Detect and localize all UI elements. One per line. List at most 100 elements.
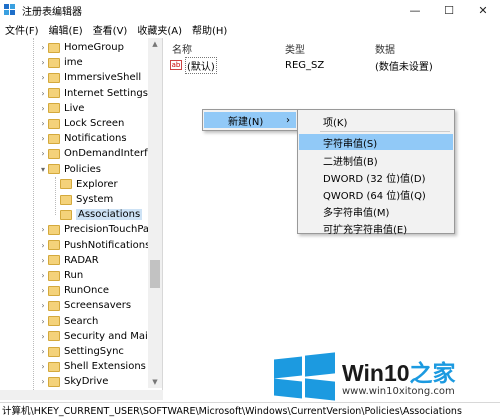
tree-item[interactable]: › Screensavers xyxy=(38,298,131,313)
tree-item[interactable]: › RunOnce xyxy=(38,283,109,298)
registry-tree[interactable]: › HomeGroup › ime › ImmersiveShell › Internet S… xyxy=(0,38,163,398)
tree-item-label: SettingSync xyxy=(64,346,124,357)
tree-item-label: PrecisionTouchPac xyxy=(64,224,155,236)
chevron-right-icon[interactable]: › xyxy=(38,347,48,356)
tree-horizontal-scrollbar[interactable] xyxy=(0,390,163,400)
menu-help[interactable]: 帮助(H) xyxy=(187,22,232,37)
tree-item[interactable]: › PrecisionTouchPac xyxy=(38,222,155,237)
menu-separator xyxy=(320,131,450,132)
scroll-thumb[interactable] xyxy=(150,260,160,288)
chevron-right-icon[interactable]: › xyxy=(38,286,48,295)
tree-item[interactable]: System xyxy=(60,192,113,207)
tree-item[interactable]: › ImmersiveShell xyxy=(38,70,141,85)
tree-connector-line xyxy=(33,38,34,398)
tree-item[interactable]: › Internet Settings xyxy=(38,86,148,101)
windows-logo-icon xyxy=(268,350,338,401)
tree-item[interactable]: › Run xyxy=(38,268,83,283)
close-button[interactable]: ✕ xyxy=(466,0,500,20)
chevron-right-icon[interactable]: › xyxy=(38,256,48,265)
tree-item[interactable]: › Shell Extensions xyxy=(38,359,146,374)
tree-item[interactable]: › HomeGroup xyxy=(38,40,124,55)
folder-icon xyxy=(48,361,60,372)
new-menu-item[interactable]: 新建(N) › xyxy=(204,112,296,128)
chevron-right-icon[interactable]: › xyxy=(38,73,48,82)
chevron-right-icon[interactable]: › xyxy=(38,317,48,326)
watermark-url: www.win10xitong.com xyxy=(342,385,455,397)
chevron-right-icon[interactable]: › xyxy=(38,332,48,341)
folder-icon xyxy=(48,346,60,357)
title-bar: 注册表编辑器 — ☐ ✕ xyxy=(0,0,500,20)
chevron-right-icon[interactable]: › xyxy=(38,362,48,371)
chevron-right-icon[interactable]: › xyxy=(38,119,48,128)
tree-item[interactable]: › Live xyxy=(38,101,84,116)
menu-file[interactable]: 文件(F) xyxy=(0,22,44,37)
folder-icon xyxy=(48,103,60,114)
value-data: (数值未设置) xyxy=(375,61,433,73)
scroll-up-icon[interactable]: ▲ xyxy=(148,38,162,50)
folder-icon xyxy=(48,224,60,235)
tree-item-label: SkyDrive xyxy=(64,376,109,388)
submenu-item[interactable]: 多字符串值(M) xyxy=(299,203,453,219)
tree-item[interactable]: ▾ Policies xyxy=(38,162,101,177)
tree-connector-line xyxy=(55,176,56,215)
tree-item[interactable]: › Search xyxy=(38,314,98,329)
menu-edit[interactable]: 编辑(E) xyxy=(44,22,88,37)
tree-item-label: Lock Screen xyxy=(64,118,125,129)
maximize-button[interactable]: ☐ xyxy=(432,0,466,20)
folder-icon xyxy=(48,240,60,251)
folder-icon xyxy=(48,285,60,296)
tree-item[interactable]: Explorer xyxy=(60,177,118,192)
tree-item[interactable]: › SkyDrive xyxy=(38,374,108,389)
tree-item[interactable]: › Security and Maint xyxy=(38,329,158,344)
minimize-button[interactable]: — xyxy=(398,0,432,20)
tree-item[interactable]: › Lock Screen xyxy=(38,116,124,131)
submenu-item[interactable]: 可扩充字符串值(E) xyxy=(299,220,453,236)
tree-item-label: PushNotifications xyxy=(64,239,151,251)
submenu-item[interactable]: DWORD (32 位)值(D) xyxy=(299,169,453,185)
tree-item-label: ImmersiveShell xyxy=(64,72,142,84)
tree-item[interactable]: › RADAR xyxy=(38,253,98,268)
chevron-right-icon[interactable]: › xyxy=(38,241,48,250)
chevron-right-icon[interactable]: › xyxy=(38,301,48,310)
tree-item[interactable]: › Notifications xyxy=(38,131,127,146)
folder-icon xyxy=(48,42,60,53)
chevron-right-icon[interactable]: › xyxy=(38,43,48,52)
chevron-down-icon[interactable]: ▾ xyxy=(38,165,48,174)
chevron-right-icon[interactable]: › xyxy=(38,104,48,113)
folder-icon xyxy=(48,270,60,281)
column-type-header[interactable]: 类型 xyxy=(285,41,305,56)
chevron-right-icon[interactable]: › xyxy=(38,225,48,234)
tree-item-label: Security and Maint xyxy=(64,330,159,342)
menu-favorites[interactable]: 收藏夹(A) xyxy=(132,22,187,37)
tree-item[interactable]: › OnDemandInterfac xyxy=(38,146,159,161)
tree-item-label: Policies xyxy=(64,163,101,175)
tree-item[interactable]: Associations xyxy=(60,207,143,222)
column-data-header[interactable]: 数据 xyxy=(375,41,395,56)
chevron-right-icon[interactable]: › xyxy=(38,149,48,158)
tree-item[interactable]: › SettingSync xyxy=(38,344,124,359)
submenu-item[interactable]: 字符串值(S) xyxy=(299,134,453,150)
column-name-header[interactable]: 名称 xyxy=(172,41,192,56)
chevron-right-icon[interactable]: › xyxy=(38,377,48,386)
chevron-right-icon[interactable]: › xyxy=(38,134,48,143)
tree-item-label: Notifications xyxy=(64,133,127,145)
menu-view[interactable]: 查看(V) xyxy=(88,22,133,37)
tree-item-label: RunOnce xyxy=(64,285,110,297)
submenu-item[interactable]: QWORD (64 位)值(Q) xyxy=(299,186,453,202)
tree-item[interactable]: › PushNotifications xyxy=(38,238,150,253)
chevron-right-icon[interactable]: › xyxy=(38,58,48,67)
tree-item[interactable]: › ime xyxy=(38,55,82,70)
tree-vertical-scrollbar[interactable]: ▲ ▼ xyxy=(148,38,162,388)
submenu-item[interactable]: 项(K) xyxy=(299,113,453,129)
chevron-right-icon[interactable]: › xyxy=(38,271,48,280)
watermark: Win10之家 www.win10xitong.com xyxy=(268,346,498,404)
regedit-app-icon xyxy=(3,3,17,17)
tree-item-label: Associations xyxy=(76,209,143,221)
tree-item-label: Shell Extensions xyxy=(64,361,146,373)
folder-icon xyxy=(48,57,60,68)
folder-icon xyxy=(48,316,60,327)
chevron-right-icon[interactable]: › xyxy=(38,89,48,98)
value-row[interactable]: ab (默认) xyxy=(170,56,217,74)
scroll-down-icon[interactable]: ▼ xyxy=(148,376,162,388)
submenu-item[interactable]: 二进制值(B) xyxy=(299,152,453,168)
